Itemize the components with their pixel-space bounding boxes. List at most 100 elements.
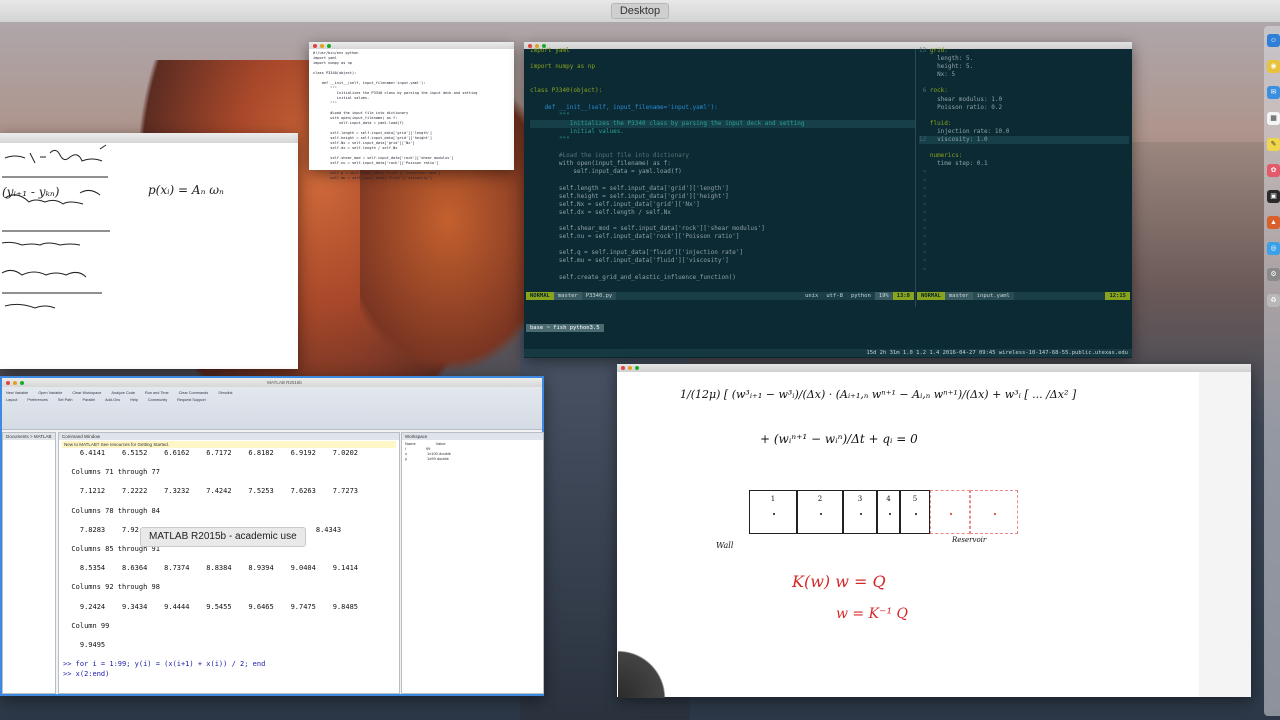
grid-cell-node — [888, 513, 891, 515]
vim-filename: input.yaml — [972, 292, 1014, 300]
ribbon-button[interactable]: Open Variable — [38, 391, 62, 395]
ribbon-button[interactable]: Analyze Code — [111, 391, 135, 395]
output-line: Column 99 — [63, 621, 110, 630]
grid-cell-node — [860, 513, 862, 515]
matlab-ribbon[interactable]: New Variable Open Variable Clear Workspace… — [2, 387, 542, 430]
workspace-pane[interactable]: Workspace Name Value i 99 x 1x100 double y 1x99… — [401, 432, 544, 694]
git-branch: master — [553, 292, 582, 300]
code-line: initial values. — [530, 127, 624, 135]
workspace-row[interactable]: y 1x99 double — [405, 456, 540, 461]
equation-2: + (wᵢⁿ⁺¹ − wᵢⁿ)/Δt + qᵢ = 0 — [760, 432, 918, 446]
empty-line-marker: ~ — [919, 208, 927, 216]
cursor-position: 12:15 — [1105, 292, 1130, 300]
code-line: """ — [530, 111, 570, 119]
yaml-line — [919, 144, 1129, 152]
ribbon-button[interactable]: Add-Ons — [105, 398, 120, 402]
close-icon[interactable] — [313, 43, 317, 48]
preview-line: self.mu = self.input_data['fluid']['visc… — [313, 176, 432, 180]
shell-prompt[interactable]: base ~ fish python3.5 — [526, 324, 1130, 332]
code-line: Initializes the P3340 class by parsing t… — [530, 119, 916, 128]
pane-divider — [915, 49, 916, 307]
command-line[interactable]: >> x(2:end) — [59, 670, 399, 680]
zoom-icon[interactable] — [327, 43, 331, 48]
folder-path[interactable]: Documents > MATLAB — [3, 433, 55, 440]
line-number — [919, 71, 930, 78]
ribbon-button[interactable]: Simulink — [218, 391, 232, 395]
vim-right-pane[interactable]: 13 grid: length: 5. height: 5. Nx: 5 6 r… — [919, 47, 1129, 283]
trash-icon[interactable]: ♻ — [1267, 294, 1280, 307]
code-line: import yaml — [530, 47, 570, 54]
whiteboard-titlebar[interactable] — [617, 364, 1251, 372]
matlab-icon[interactable]: ▲ — [1267, 216, 1280, 229]
yaml-line — [919, 79, 1129, 87]
command-line[interactable]: >> for i = 1:99; y(i) = (x(i+1) + x(i)) … — [59, 660, 399, 670]
close-icon[interactable] — [6, 380, 10, 385]
minimize-icon[interactable] — [628, 366, 632, 370]
current-folder-pane[interactable]: Documents > MATLAB — [2, 432, 56, 694]
grid-cell-node — [820, 513, 822, 515]
terminal-icon[interactable]: ▣ — [1267, 190, 1280, 203]
ribbon-button[interactable]: New Variable — [6, 391, 28, 395]
matlab-titlebar[interactable]: MATLAB R2015b — [2, 378, 542, 387]
ribbon-button[interactable]: Set Path — [58, 398, 73, 402]
empty-line-marker: ~ — [919, 257, 927, 265]
code-line: self.nu = self.input_data['rock']['Poiss… — [530, 233, 740, 241]
notes-window[interactable]: (yᵢ₊₁ - yₖₙ) p(xᵢ) = Aₙ ωₙ — [0, 133, 298, 369]
python-preview-window[interactable]: #!/usr/bin/env python import yaml import n… — [309, 42, 514, 180]
notes-expression-2: p(xᵢ) = Aₙ ωₙ — [148, 183, 224, 197]
close-icon[interactable] — [621, 366, 625, 370]
terminal-window[interactable]: import yaml import numpy as np class P33… — [524, 42, 1132, 358]
ribbon-button[interactable]: Parallel — [82, 398, 95, 402]
getting-started-notice[interactable]: New to MATLAB? See resources for Getting… — [62, 441, 396, 448]
yaml-text: injection rate: 10.0 — [929, 127, 1010, 135]
ribbon-button[interactable]: Help — [130, 398, 138, 402]
grid-cell: 1 — [749, 490, 797, 534]
minimize-icon[interactable] — [320, 43, 324, 48]
ribbon-buttons[interactable]: New Variable Open Variable Clear Workspace… — [6, 391, 246, 402]
equation-3: K(w) w = Q — [792, 572, 886, 591]
chrome-icon[interactable]: ◉ — [1267, 60, 1280, 73]
mail-icon[interactable]: ✉ — [1267, 86, 1280, 99]
photos-icon[interactable]: ✿ — [1267, 164, 1280, 177]
vim-left-statusline: NORMAL master P3340.py unix utf-8 python… — [526, 292, 914, 300]
notes-icon[interactable]: ✎ — [1267, 138, 1280, 151]
ribbon-button[interactable]: Run and Time — [145, 391, 169, 395]
command-window-pane[interactable]: Command Window New to MATLAB? See resour… — [58, 432, 400, 694]
preview-titlebar[interactable] — [309, 42, 514, 49]
line-number: 13 — [919, 47, 930, 54]
ribbon-button[interactable]: Clear Commands — [179, 391, 209, 395]
settings-icon[interactable]: ⚙ — [1267, 268, 1280, 281]
ribbon-button[interactable]: Preferences — [27, 398, 47, 402]
empty-line-marker: ~ — [919, 216, 927, 224]
ribbon-button[interactable]: Request Support — [177, 398, 206, 402]
grid-cell-number: 2 — [817, 495, 823, 503]
ribbon-button[interactable]: Clear Workspace — [72, 391, 101, 395]
command-output[interactable]: 6.4141 6.5152 6.6162 6.7172 6.8182 6.919… — [59, 449, 399, 679]
notes-titlebar[interactable] — [0, 133, 298, 143]
code-line: """ — [530, 136, 570, 144]
safari-icon[interactable]: ◎ — [1267, 242, 1280, 255]
code-line: self.q = self.input_data['fluid']['injec… — [530, 249, 744, 257]
ribbon-button[interactable]: Community — [148, 398, 167, 402]
output-line: Columns 78 through 84 — [63, 506, 160, 515]
tmux-statusbar: 15d 2h 31m 1.0 1.2 1.4 2016-04-27 09:45 … — [524, 349, 1132, 357]
dock[interactable]: ☺ ◉ ✉ ▦ ✎ ✿ ▣ ▲ ◎ ⚙ ♻ — [1264, 26, 1280, 716]
calendar-icon[interactable]: ▦ — [1267, 112, 1280, 125]
zoom-icon[interactable] — [635, 366, 639, 370]
vim-left-pane[interactable]: import yaml import numpy as np class P33… — [530, 47, 916, 283]
reservoir-label: Reservoir — [952, 536, 987, 544]
space-title[interactable]: Desktop — [610, 3, 670, 19]
yaml-line: height: 5. — [919, 63, 1129, 71]
workspace-table[interactable]: Name Value i 99 x 1x100 double y 1x99 double — [402, 440, 543, 462]
finder-icon[interactable]: ☺ — [1267, 34, 1280, 47]
yaml-line: injection rate: 10.0 — [919, 128, 1129, 136]
ribbon-button[interactable]: Layout — [6, 398, 17, 402]
minimize-icon[interactable] — [13, 380, 17, 385]
empty-line-marker: ~ — [919, 225, 927, 233]
zoom-icon[interactable] — [20, 380, 24, 385]
